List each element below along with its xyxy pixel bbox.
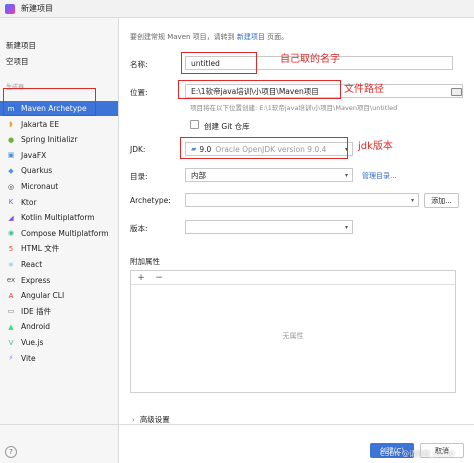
catalog-label: 目录:: [130, 172, 148, 181]
location-label: 位置:: [130, 88, 148, 97]
annotation-box-location: [178, 80, 341, 99]
annotation-box-jdk: [180, 137, 348, 159]
sidebar-item-label: IDE 插件: [21, 306, 52, 316]
git-repo-checkbox[interactable]: [190, 120, 199, 129]
sidebar-item-generator[interactable]: ▣ JavaFX: [0, 148, 118, 163]
plugin-icon: ▭: [7, 307, 15, 316]
name-label: 名称:: [130, 60, 148, 69]
react-icon: ⚛: [7, 260, 15, 269]
intellij-logo-icon: [5, 3, 15, 14]
sidebar-item-generator[interactable]: ◢ Kotlin Multiplatform: [0, 210, 118, 225]
sidebar-item-label: React: [21, 260, 43, 269]
sidebar-item-label: JavaFX: [21, 150, 47, 160]
sidebar-item-label: Compose Multiplatform: [21, 228, 109, 238]
catalog-select[interactable]: 内部: [185, 168, 353, 182]
javafx-icon: ▣: [7, 151, 15, 160]
annotation-box-name: [181, 52, 257, 74]
sidebar-item-new-project[interactable]: 新建项目: [0, 38, 118, 53]
properties-label: 附加属性: [130, 257, 160, 266]
sidebar-item-generator[interactable]: ⚛ React: [0, 257, 118, 272]
properties-panel: + − 无属性: [130, 270, 456, 393]
maven-hint: 要创建常规 Maven 项目，请转到 新建项目 页面。: [130, 32, 288, 42]
sidebar-item-generator[interactable]: ▭ IDE 插件: [0, 304, 118, 319]
kotlin-icon: ◢: [8, 213, 14, 222]
bottom-divider: [0, 424, 474, 425]
vite-icon: ⚡: [8, 354, 14, 363]
sidebar-item-label: Quarkus: [21, 166, 53, 176]
version-select[interactable]: [185, 220, 353, 234]
add-archetype-button[interactable]: 添加...: [424, 193, 459, 208]
sidebar-item-generator[interactable]: 5 HTML 文件: [0, 241, 118, 256]
angular-icon: A: [8, 291, 14, 300]
chevron-right-icon: ›: [132, 415, 135, 424]
express-icon: ex: [6, 276, 16, 285]
sidebar-item-label: Angular CLI: [21, 291, 65, 301]
folder-browse-icon[interactable]: [451, 88, 462, 96]
add-property-icon[interactable]: +: [135, 272, 147, 284]
annotation-name-note: 自己取的名字: [280, 54, 340, 65]
sidebar-item-generator[interactable]: ⚡ Vite: [0, 351, 118, 366]
sidebar-item-generator[interactable]: ◎ Micronaut: [0, 179, 118, 194]
sidebar-item-empty-project[interactable]: 空项目: [0, 54, 118, 69]
android-icon: ▲: [8, 322, 14, 331]
sidebar-item-generator[interactable]: ◗ Jakarta EE: [0, 117, 118, 132]
sidebar-item-label: Android: [21, 322, 50, 332]
help-icon[interactable]: ?: [5, 446, 17, 458]
no-properties-text: 无属性: [282, 332, 304, 340]
sidebar: 新建项目 空项目 生成器 m Maven Archetype ◗ Jakarta EE…: [0, 18, 119, 463]
version-dropdown-icon[interactable]: ▾: [345, 224, 348, 231]
sidebar-item-label: Vite: [21, 353, 36, 363]
sidebar-item-label: Express: [21, 275, 51, 285]
version-label: 版本:: [130, 224, 148, 233]
catalog-value: 内部: [191, 170, 206, 180]
compose-icon: ◉: [7, 229, 15, 238]
sidebar-item-label: 新建项目: [6, 41, 36, 50]
title-bar: 新建项目: [0, 0, 474, 18]
sidebar-item-generator[interactable]: ex Express: [0, 273, 118, 288]
vue-icon: V: [8, 338, 14, 347]
archetype-dropdown-icon[interactable]: ▾: [411, 197, 414, 204]
quarkus-icon: ◆: [8, 166, 14, 175]
jdk-label: JDK:: [130, 145, 146, 154]
sidebar-item-generator[interactable]: V Vue.js: [0, 335, 118, 350]
annotation-path-note: 文件路径: [344, 84, 384, 95]
archetype-label: Archetype:: [130, 196, 171, 205]
sidebar-item-label: HTML 文件: [21, 244, 60, 254]
sidebar-item-generator[interactable]: ● Spring Initializr: [0, 132, 118, 147]
location-hint: 项目将在以下位置创建: E:\1软帝java培训\小项目\Maven项目\unt…: [190, 104, 398, 112]
spring-icon: ●: [7, 135, 15, 144]
sidebar-item-label: Spring Initializr: [21, 135, 78, 145]
sidebar-item-label: Jakarta EE: [21, 119, 60, 129]
git-repo-label: 创建 Git 仓库: [204, 122, 250, 131]
manage-catalog-link[interactable]: 管理目录...: [362, 171, 397, 181]
sidebar-item-label: Kotlin Multiplatform: [21, 213, 95, 223]
remove-property-icon[interactable]: −: [153, 272, 165, 284]
sidebar-item-generator[interactable]: ▲ Android: [0, 319, 118, 334]
annotation-jdk-note: jdk版本: [358, 141, 393, 152]
catalog-dropdown-icon[interactable]: ▾: [345, 172, 348, 179]
sidebar-item-generator[interactable]: K Ktor: [0, 195, 118, 210]
html5-icon: 5: [8, 244, 14, 253]
sidebar-item-generator[interactable]: ◉ Compose Multiplatform: [0, 226, 118, 241]
hint-text: 要创建常规 Maven 项目，请转到: [130, 33, 235, 41]
hint-suffix: 页面。: [267, 33, 289, 41]
sidebar-item-generator[interactable]: ◆ Quarkus: [0, 163, 118, 178]
new-project-link[interactable]: 新建项目: [237, 33, 265, 41]
sidebar-item-generator[interactable]: A Angular CLI: [0, 288, 118, 303]
sidebar-item-label: Micronaut: [21, 182, 59, 191]
watermark: CSDN @请赐教_IN130: [380, 450, 455, 458]
micronaut-icon: ◎: [7, 182, 15, 191]
ktor-icon: K: [8, 198, 14, 207]
window-title: 新建项目: [21, 4, 53, 13]
jakarta-icon: ◗: [9, 120, 13, 129]
sidebar-item-label: 空项目: [6, 57, 29, 66]
sidebar-item-label: Ktor: [21, 197, 37, 207]
archetype-select[interactable]: [185, 193, 419, 207]
properties-toolbar: + −: [131, 271, 455, 285]
sidebar-item-label: Vue.js: [21, 338, 44, 347]
annotation-box-maven: [3, 88, 96, 116]
